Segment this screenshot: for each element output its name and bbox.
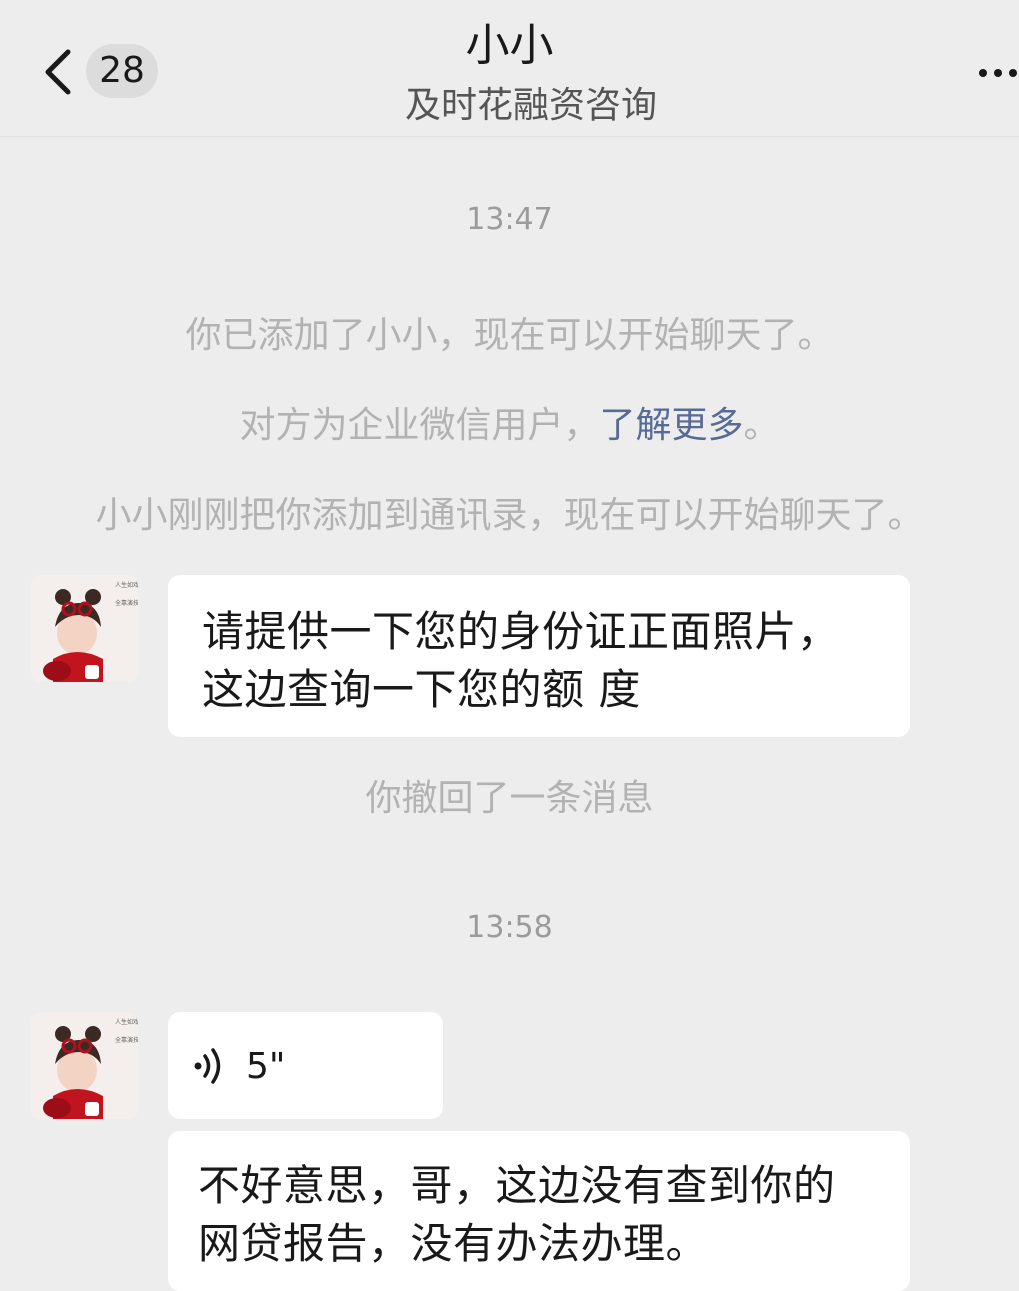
timestamp: 13:47: [466, 202, 553, 237]
message-text-line: 网贷报告，没有办法办理。: [198, 1219, 709, 1268]
chat-title: 小小: [465, 20, 554, 71]
notice-enterprise-text: 对方为企业微信用户，: [239, 405, 600, 446]
avatar-caption-bottom: 全靠演技: [115, 1036, 138, 1044]
message-text-line: 这边查询一下您的额 度: [202, 665, 641, 714]
chat-screen: 28 小小 及时花融资咨询 13:47 你已添加了小小，现在可以开始聊天了。 对…: [0, 0, 1019, 1291]
voice-duration: 5": [246, 1045, 286, 1087]
voice-message-bubble[interactable]: 5": [168, 1012, 443, 1119]
learn-more-link[interactable]: 了解更多: [599, 405, 743, 446]
contact-avatar[interactable]: 人生如戏 全靠演技: [31, 575, 138, 682]
timestamp: 13:58: [466, 910, 553, 945]
system-notice-enterprise: 对方为企业微信用户，了解更多。: [0, 402, 1019, 450]
message-bubble[interactable]: 请提供一下您的身份证正面照片， 这边查询一下您的额 度: [168, 575, 910, 737]
avatar-caption-bottom: 全靠演技: [115, 599, 138, 607]
voice-message-row: 5": [192, 1042, 285, 1090]
chat-header: 28 小小 及时花融资咨询: [0, 0, 1019, 137]
notice-enterprise-suffix: 。: [743, 405, 780, 446]
message-text-line: 不好意思，哥，这边没有查到你的: [198, 1161, 836, 1210]
contact-avatar[interactable]: 人生如戏 全靠演技: [31, 1012, 138, 1119]
message-bubble[interactable]: 不好意思，哥，这边没有查到你的 网贷报告，没有办法办理。: [168, 1131, 910, 1291]
chat-subtitle: 及时花融资咨询: [405, 85, 658, 126]
voice-wave-icon: [194, 1048, 221, 1084]
avatar-girl-image: 人生如戏 全靠演技: [31, 1012, 138, 1119]
system-notice-added: 你已添加了小小，现在可以开始聊天了。: [185, 315, 834, 356]
system-notice-recalled: 你撤回了一条消息: [365, 778, 654, 819]
avatar-girl-image: 人生如戏 全靠演技: [31, 575, 138, 682]
system-notice-contact: 小小刚刚把你添加到通讯录，现在可以开始聊天了。: [95, 495, 924, 536]
avatar-caption-top: 人生如戏: [115, 581, 138, 589]
more-options-icon[interactable]: [978, 66, 1019, 80]
message-text-line: 请提供一下您的身份证正面照片，: [202, 607, 840, 656]
avatar-caption-top: 人生如戏: [115, 1018, 138, 1026]
